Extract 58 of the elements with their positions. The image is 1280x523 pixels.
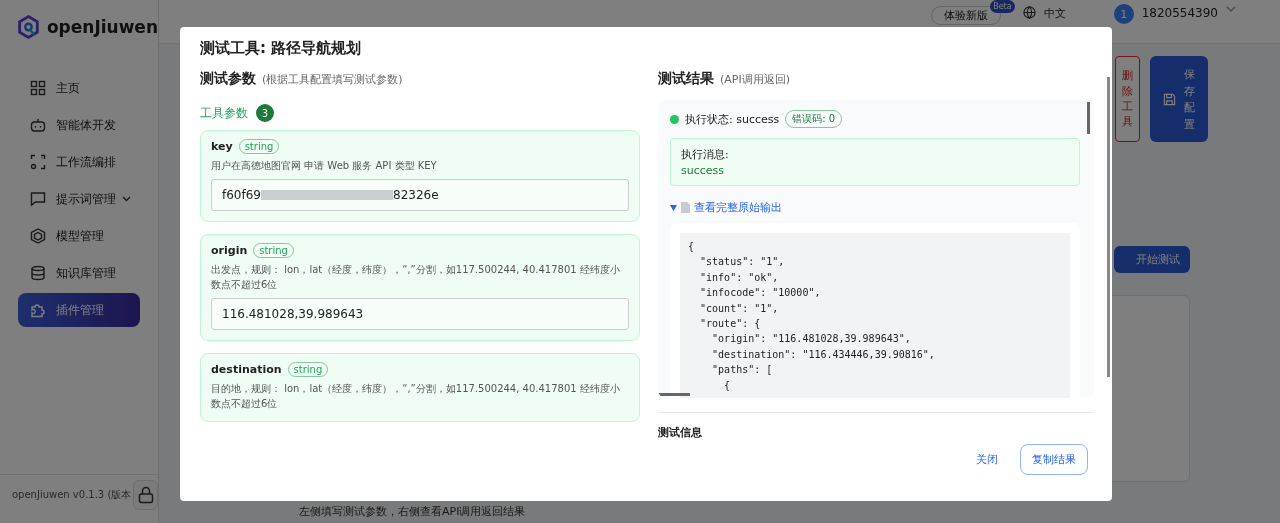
sidebar-item[interactable]: 知识库管理 [18,256,140,290]
message-label: 执行消息: [681,147,730,162]
nav-icon [30,80,46,96]
nav-icon [30,228,46,244]
dialog-title: 测试工具: 路径导航规划 [200,39,363,58]
nav-icon [30,191,46,207]
section-note: (根据工具配置填写测试参数) [262,72,403,87]
param-description: 出发点，规则： lon，lat（经度，纬度），“,”分割，如117.500244, 40.417801 经纬度小数点不超过6位 [211,263,621,292]
scrollbar[interactable] [1107,77,1110,377]
language-selector[interactable]: 中文 [1043,6,1066,21]
hint-text: 左侧填写测试参数，右侧查看API调用返回结果 [299,504,526,519]
nav-icon [30,265,46,281]
sidebar-item[interactable]: 插件管理 [18,293,140,327]
nav-icon [30,154,46,170]
sidebar-item[interactable]: 提示词管理 [18,182,140,216]
sidebar-item[interactable]: 模型管理 [18,219,140,253]
input-field[interactable]: 116.481028,39.989643 [211,298,629,330]
nav-icon [30,302,46,318]
caret-icon [670,204,677,211]
sidebar-item[interactable]: 智能体开发 [18,108,140,142]
param-name: key [211,140,233,153]
status-text: 执行状态: success [685,111,780,127]
nav-icon [30,117,46,133]
document-icon [681,202,690,213]
scrollbar[interactable] [1087,102,1090,134]
param-description: 用户在高德地图官网 申请 Web 服务 API 类型 KEY [211,159,438,173]
count-badge: 3 [256,104,274,122]
beta-badge: Beta [990,0,1015,13]
logo-text: openJiuwen [46,17,158,37]
sidebar-item[interactable]: 工作流编排 [18,145,140,179]
param-description: 目的地，规则： lon，lat（经度，纬度），“,”分割，如117.500244, 40.417801 经纬度小数点不超过6位 [211,382,621,411]
version-text: openJiuwen v0.1.3 (版本 [12,488,132,502]
logo-icon [18,13,39,41]
section-note: (API调用返回) [720,72,790,87]
scrollbar[interactable] [658,393,690,396]
lock-icon [137,486,154,504]
save-button[interactable]: 保存配置 [1150,56,1208,142]
sidebar-item[interactable]: 主页 [18,71,140,105]
user-name[interactable]: 1820554390 [1141,6,1218,20]
input-field[interactable]: f60f69 82326e [211,179,629,211]
section-heading: 测试信息 [658,412,1094,440]
start-test-button[interactable]: 开始测试 [1114,246,1190,273]
param-name: origin [211,244,248,257]
group-label: 工具参数 [200,104,248,122]
param-name: destination [211,363,282,376]
save-icon [1163,92,1176,106]
message-text: success [681,164,726,177]
chevron-down-icon [1226,6,1236,12]
delete-button[interactable]: 删除工具 [1115,56,1140,142]
section-heading: 测试参数 [200,70,256,88]
raw-output-toggle[interactable]: 查看完整原始输出 [670,200,1080,215]
close-button[interactable]: 关闭 [970,444,1004,475]
section-heading: 测试结果 [658,70,714,88]
avatar[interactable]: 1 [1113,4,1134,24]
copy-button[interactable]: 复制结果 [1020,444,1088,475]
globe-icon [1022,6,1036,19]
code-block: { "status": "1", "info": "ok", "infocode": "10000", "count": "1", "route": { "origin": "116.481028,39.989643", "destination": "116.434446,39.90816", "paths": [ { [680,233,1070,398]
lock-button[interactable] [133,480,158,510]
